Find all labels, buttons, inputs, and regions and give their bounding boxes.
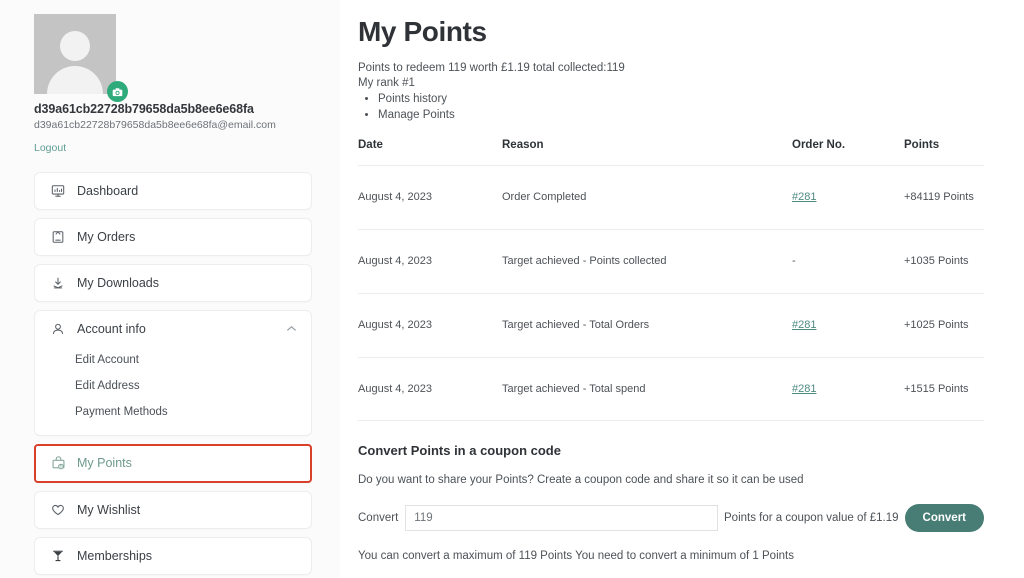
convert-section-heading: Convert Points in a coupon code	[358, 443, 561, 459]
account-email: d39a61cb22728b79658da5b8ee6e68fa@email.c…	[34, 119, 276, 131]
cell-order-no: -	[792, 229, 904, 294]
dashboard-monitor-icon	[49, 184, 67, 198]
table-row: August 4, 2023 Target achieved - Total s…	[358, 357, 984, 422]
cell-points: +84119 Points	[904, 165, 984, 230]
sidebar-item-label: My Wishlist	[77, 502, 141, 517]
sidebar-subitem-payment-methods[interactable]: Payment Methods	[49, 399, 297, 425]
cell-date: August 4, 2023	[358, 229, 502, 294]
order-link[interactable]: #281	[792, 383, 816, 395]
sidebar-menu: Dashboard My Orders My Downloads Account…	[34, 172, 312, 578]
cell-reason: Target achieved - Points collected	[502, 229, 792, 294]
sidebar-item-memberships[interactable]: Memberships	[34, 537, 312, 575]
list-item[interactable]: Manage Points	[378, 109, 984, 121]
column-header-order-no: Order No.	[792, 139, 904, 166]
trophy-icon	[49, 549, 67, 563]
points-bag-icon: $	[49, 456, 67, 471]
cell-date: August 4, 2023	[358, 293, 502, 358]
account-info-submenu: Edit Account Edit Address Payment Method…	[35, 347, 311, 435]
avatar	[34, 14, 116, 94]
sidebar-item-label: Dashboard	[77, 183, 139, 198]
table-row: August 4, 2023 Order Completed #281 +841…	[358, 165, 984, 230]
chevron-up-icon[interactable]	[286, 325, 297, 333]
table-head: Date Reason Order No. Points	[358, 139, 984, 166]
points-rank: My rank #1	[358, 77, 415, 89]
points-history-table: Date Reason Order No. Points August 4, 2…	[358, 139, 984, 422]
convert-points-input[interactable]	[405, 505, 718, 532]
cell-points: +1515 Points	[904, 357, 984, 422]
sidebar-item-label: My Downloads	[77, 275, 159, 290]
avatar-body-shape	[47, 66, 103, 94]
sidebar-item-label: Memberships	[77, 548, 153, 563]
cell-order-no: #281	[792, 357, 904, 422]
camera-icon[interactable]	[107, 81, 128, 102]
sidebar-item-my-wishlist[interactable]: My Wishlist	[34, 491, 312, 529]
cell-order-no: #281	[792, 293, 904, 358]
main-content: My Points Points to redeem 119 worth £1.…	[340, 0, 1024, 578]
convert-limits-note: You can convert a maximum of 119 Points …	[358, 550, 794, 563]
cell-points: +1035 Points	[904, 229, 984, 294]
convert-form-row: Convert Points for a coupon value of £1.…	[358, 504, 984, 533]
sidebar-item-account-info[interactable]: Account info Edit Account Edit Address P…	[34, 310, 312, 436]
account-username: d39a61cb22728b79658da5b8ee6e68fa	[34, 102, 254, 116]
sidebar-item-my-downloads[interactable]: My Downloads	[34, 264, 312, 302]
sidebar-item-label: My Orders	[77, 229, 136, 244]
convert-input-label: Convert	[358, 512, 399, 525]
points-summary: Points to redeem 119 worth £1.19 total c…	[358, 62, 625, 74]
sidebar-subitem-edit-account[interactable]: Edit Account	[49, 347, 297, 373]
avatar-wrapper	[34, 14, 128, 102]
cell-date: August 4, 2023	[358, 357, 502, 422]
convert-value-suffix: Points for a coupon value of £1.19	[724, 512, 899, 525]
sidebar-item-my-orders[interactable]: My Orders	[34, 218, 312, 256]
column-header-points: Points	[904, 139, 984, 166]
points-links-list: Points history Manage Points	[378, 93, 984, 121]
sidebar-subitem-edit-address[interactable]: Edit Address	[49, 373, 297, 399]
list-item[interactable]: Points history	[378, 93, 984, 105]
page-title: My Points	[358, 16, 487, 47]
account-sidebar: d39a61cb22728b79658da5b8ee6e68fa d39a61c…	[0, 0, 340, 578]
table-row: August 4, 2023 Target achieved - Points …	[358, 229, 984, 294]
convert-section-description: Do you want to share your Points? Create…	[358, 474, 804, 487]
manage-points-link: Manage Points	[378, 109, 455, 121]
cell-date: August 4, 2023	[358, 165, 502, 230]
order-link[interactable]: #281	[792, 319, 816, 331]
table-header-row: Date Reason Order No. Points	[358, 139, 984, 166]
logout-link[interactable]: Logout	[34, 142, 66, 154]
sidebar-item-label: Account info	[77, 321, 146, 336]
cell-reason: Order Completed	[502, 165, 792, 230]
table-body: August 4, 2023 Order Completed #281 +841…	[358, 165, 984, 422]
sidebar-item-my-points[interactable]: $ My Points	[34, 444, 312, 483]
column-header-reason: Reason	[502, 139, 792, 166]
svg-text:$: $	[60, 465, 62, 469]
sidebar-item-dashboard[interactable]: Dashboard	[34, 172, 312, 210]
account-points-page: d39a61cb22728b79658da5b8ee6e68fa d39a61c…	[0, 0, 1024, 578]
cell-reason: Target achieved - Total Orders	[502, 293, 792, 358]
cell-points: +1025 Points	[904, 293, 984, 358]
sidebar-item-label: My Points	[77, 456, 132, 471]
convert-button[interactable]: Convert	[904, 504, 984, 533]
shopping-bag-icon	[49, 230, 67, 244]
cell-order-no: #281	[792, 165, 904, 230]
download-icon	[49, 276, 67, 290]
column-header-date: Date	[358, 139, 502, 166]
avatar-head-shape	[60, 31, 90, 61]
cell-reason: Target achieved - Total spend	[502, 357, 792, 422]
table-row: August 4, 2023 Target achieved - Total O…	[358, 293, 984, 358]
points-history-link: Points history	[378, 93, 448, 105]
heart-icon	[49, 503, 67, 517]
user-icon	[49, 322, 67, 336]
order-link[interactable]: #281	[792, 191, 816, 203]
